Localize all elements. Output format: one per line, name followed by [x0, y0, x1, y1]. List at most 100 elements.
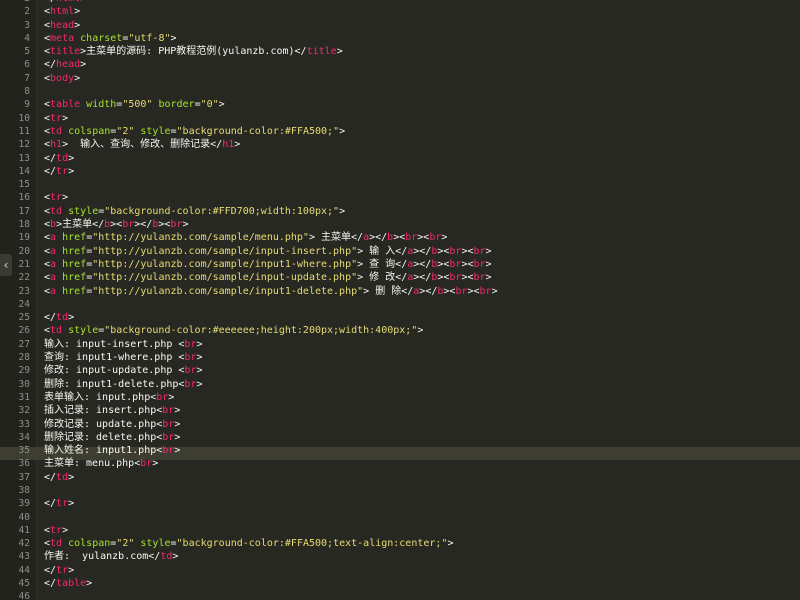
code-token: colspan [68, 125, 111, 137]
code-line[interactable]: 21 <a href="http://yulanzb.com/sample/inp… [0, 258, 800, 271]
code-line[interactable]: 36 主菜单: menu.php<br> [0, 457, 800, 470]
code-line[interactable]: 29 修改: input-update.php <br> [0, 364, 800, 377]
code-text: </tr> [44, 165, 74, 178]
code-line[interactable]: 17 <td style="background-color:#FFD700;wi… [0, 205, 800, 218]
line-number: 34 [18, 431, 30, 443]
code-line[interactable]: 46 [0, 590, 800, 600]
code-text: <tr> [44, 524, 68, 537]
code-text: <b>主菜单</b><br></b><br> [44, 218, 188, 231]
line-number: 15 [18, 179, 30, 191]
line-number: 31 [18, 391, 30, 403]
code-line[interactable]: 40 [0, 511, 800, 524]
line-number: 5 [24, 46, 30, 58]
code-token: "http://yulanzb.com/sample/input-insert.… [92, 245, 358, 257]
code-line[interactable]: 22 <a href="http://yulanzb.com/sample/inp… [0, 271, 800, 284]
code-line[interactable]: 45 </table> [0, 577, 800, 590]
code-token: >< [437, 272, 450, 284]
code-line[interactable]: 15 [0, 178, 800, 191]
code-token: br [429, 232, 442, 244]
code-line[interactable]: 34 删除记录: delete.php<br> [0, 431, 800, 444]
code-token: "http://yulanzb.com/sample/input1-delete… [92, 285, 364, 297]
code-line[interactable]: 28 查询: input1-where.php <br> [0, 351, 800, 364]
code-token: href [62, 232, 87, 244]
code-token: br [162, 431, 175, 443]
code-line[interactable]: 12 <h1> 输入、查询、修改、删除记录</h1> [0, 138, 800, 151]
code-line[interactable]: 3 <head> [0, 19, 800, 32]
code-token: td [56, 152, 69, 164]
code-line[interactable]: 44 </tr> [0, 564, 800, 577]
code-line[interactable]: 41 <tr> [0, 524, 800, 537]
code-line[interactable]: 27 输入: input-insert.php <br> [0, 338, 800, 351]
code-line[interactable]: 19 <a href="http://yulanzb.com/sample/men… [0, 231, 800, 244]
code-token: >< [467, 285, 480, 297]
line-number: 6 [24, 59, 30, 71]
code-line[interactable]: 42 <td colspan="2" style="background-colo… [0, 537, 800, 550]
line-number: 41 [18, 524, 30, 536]
code-line[interactable]: 38 [0, 484, 800, 497]
code-token: > [196, 378, 203, 390]
code-line[interactable]: 4 <meta charset="utf-8"> [0, 32, 800, 45]
line-number: 40 [18, 511, 30, 523]
code-token: table [50, 99, 81, 111]
code-text: <table width="500" border="0"> [44, 98, 225, 111]
line-number: 38 [18, 484, 30, 496]
code-token: "http://yulanzb.com/sample/menu.php" [92, 232, 309, 244]
line-number: 35 [18, 445, 30, 457]
code-line[interactable]: 8 [0, 85, 800, 98]
code-line[interactable]: 43 作者: yulanzb.com</td> [0, 550, 800, 563]
line-number: 39 [18, 498, 30, 510]
collapse-panel-arrow-icon[interactable]: ‹ [0, 254, 12, 276]
code-line[interactable]: 32 插入记录: insert.php<br> [0, 404, 800, 417]
code-line[interactable]: 18 <b>主菜单</b><br></b><br> [0, 218, 800, 231]
code-token: head [56, 59, 81, 71]
code-line[interactable]: 16 <tr> [0, 191, 800, 204]
code-token: >主菜单的源码: PHP教程范例(yulanzb.com)</ [80, 46, 307, 58]
code-line[interactable]: 24 [0, 298, 800, 311]
code-text: <html> [44, 5, 80, 18]
code-text: <title>主菜单的源码: PHP教程范例(yulanzb.com)</tit… [44, 45, 343, 58]
code-line[interactable]: 35 输入姓名: input1.php<br> [0, 444, 800, 457]
code-token: style [68, 325, 99, 337]
code-line[interactable]: 23 <a href="http://yulanzb.com/sample/inp… [0, 285, 800, 298]
line-number: 10 [18, 112, 30, 124]
code-token: 查询: input1-where.php < [44, 352, 185, 364]
code-line[interactable]: 5 <title>主菜单的源码: PHP教程范例(yulanzb.com)</ti… [0, 45, 800, 58]
code-line[interactable]: 20 <a href="http://yulanzb.com/sample/inp… [0, 245, 800, 258]
code-token: >主菜单</ [56, 219, 105, 231]
code-text: <td colspan="2" style="background-color:… [44, 125, 345, 138]
code-token: charset [80, 32, 123, 44]
code-token: > [172, 551, 179, 563]
code-token: > 输入、查询、修改、删除记录</ [62, 139, 223, 151]
code-line[interactable]: 13 </td> [0, 152, 800, 165]
code-token: > 主菜单</ [308, 232, 364, 244]
code-line[interactable]: 6 </head> [0, 58, 800, 71]
code-token: 修改记录: update.php< [44, 418, 163, 430]
code-line[interactable]: 11 <td colspan="2" style="background-colo… [0, 125, 800, 138]
code-token: "utf-8" [128, 32, 171, 44]
code-line[interactable]: 39 </tr> [0, 497, 800, 510]
code-line[interactable]: 7 <body> [0, 72, 800, 85]
code-line[interactable]: 30 删除: input1-delete.php<br> [0, 378, 800, 391]
code-line[interactable]: 37 </td> [0, 471, 800, 484]
code-token: width [86, 99, 117, 111]
code-line[interactable]: 10 <tr> [0, 112, 800, 125]
code-token: br [405, 232, 418, 244]
code-line[interactable]: 9 <table width="500" border="0"> [0, 98, 800, 111]
line-number: 23 [18, 285, 30, 297]
code-line[interactable]: 26 <td style="background-color:#eeeeee;he… [0, 324, 800, 337]
code-token: border [158, 99, 195, 111]
code-line[interactable]: 25 </td> [0, 311, 800, 324]
code-token: ></ [369, 232, 388, 244]
code-token: "500" [122, 99, 153, 111]
code-token: </ [44, 59, 57, 71]
code-token: colspan [68, 538, 111, 550]
code-line[interactable]: 33 修改记录: update.php<br> [0, 418, 800, 431]
code-lines[interactable]: 2</html>2<html>3<head>4<meta charset="ut… [0, 0, 800, 600]
code-token: > [196, 352, 203, 364]
code-line[interactable]: 2 <html> [0, 5, 800, 18]
code-line[interactable]: 31 表单输入: input.php<br> [0, 391, 800, 404]
code-token: br [455, 285, 468, 297]
code-line[interactable]: 14 </tr> [0, 165, 800, 178]
code-token: </ [44, 0, 56, 4]
code-editor[interactable]: 2</html>2<html>3<head>4<meta charset="ut… [0, 0, 800, 600]
